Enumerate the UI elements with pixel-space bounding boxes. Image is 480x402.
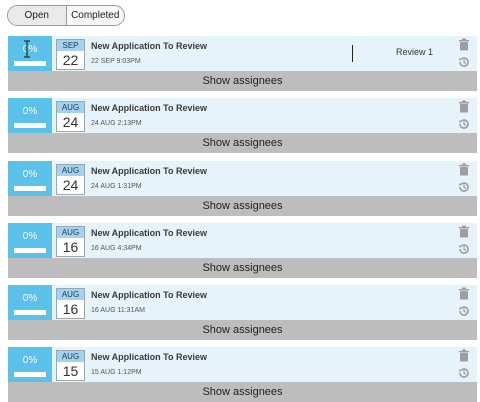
tab-completed[interactable]: Completed [65, 6, 125, 25]
progress-bar [14, 186, 46, 191]
history-icon[interactable] [458, 367, 470, 379]
task-title: New Application To Review [91, 41, 208, 51]
show-assignees-button[interactable]: Show assignees [8, 133, 477, 153]
task-timestamp: 24 AUG 2:13PM [91, 120, 142, 127]
trash-icon[interactable] [458, 163, 470, 176]
status-toggle: Open Completed [7, 5, 125, 26]
trash-icon[interactable] [458, 225, 470, 238]
progress-indicator: 0% [8, 98, 52, 133]
trash-icon[interactable] [458, 287, 470, 300]
trash-icon[interactable] [458, 100, 470, 113]
task-title: New Application To Review [91, 228, 208, 238]
text-cursor-icon [24, 40, 30, 58]
history-icon[interactable] [458, 56, 470, 68]
history-icon[interactable] [458, 305, 470, 317]
task-title: New Application To Review [91, 290, 208, 300]
trash-icon[interactable] [458, 38, 470, 51]
show-assignees-button[interactable]: Show assignees [8, 320, 477, 340]
date-month: SEP [57, 40, 84, 51]
date-day: 24 [62, 114, 79, 130]
trash-icon[interactable] [458, 349, 470, 362]
history-icon[interactable] [458, 181, 470, 193]
task-card-body[interactable]: 0% AUG 24 New Application To Review 24 A… [8, 98, 477, 133]
progress-text: 0% [22, 106, 38, 117]
date-day: 16 [62, 301, 79, 317]
date-badge: AUG 15 [56, 350, 85, 381]
task-timestamp: 16 AUG 4:34PM [91, 245, 142, 252]
progress-text: 0% [22, 355, 38, 366]
assignee-label: Review 1 [396, 47, 434, 57]
date-badge: AUG 16 [56, 288, 85, 319]
task-card: 0% AUG 24 New Application To Review 24 A… [8, 161, 477, 216]
progress-indicator: 0% [8, 161, 52, 196]
progress-bar [14, 372, 46, 377]
task-card: 0% SEP 22 New Application To Review 22 S… [8, 36, 477, 91]
task-card-body[interactable]: 0% AUG 16 New Application To Review 16 A… [8, 223, 477, 258]
task-title: New Application To Review [91, 103, 208, 113]
task-card-body[interactable]: 0% AUG 24 New Application To Review 24 A… [8, 161, 477, 196]
date-badge: AUG 24 [56, 164, 85, 195]
date-month: AUG [57, 351, 84, 362]
progress-bar [14, 310, 46, 315]
task-timestamp: 22 SEP 9:03PM [91, 58, 141, 65]
date-month: AUG [57, 165, 84, 176]
progress-indicator: 0% [8, 347, 52, 382]
date-month: AUG [57, 227, 84, 238]
date-badge: AUG 16 [56, 226, 85, 257]
date-month: AUG [57, 102, 84, 113]
progress-bar [14, 61, 46, 66]
task-card-body[interactable]: 0% AUG 15 New Application To Review 15 A… [8, 347, 477, 382]
task-timestamp: 16 AUG 11:31AM [91, 307, 145, 314]
task-card: 0% AUG 24 New Application To Review 24 A… [8, 98, 477, 153]
date-badge: SEP 22 [56, 39, 85, 70]
history-icon[interactable] [458, 118, 470, 130]
task-card-body[interactable]: 0% AUG 16 New Application To Review 16 A… [8, 285, 477, 320]
task-card: 0% AUG 15 New Application To Review 15 A… [8, 347, 477, 402]
task-timestamp: 24 AUG 1:31PM [91, 183, 142, 190]
task-title: New Application To Review [91, 352, 208, 362]
task-card-body[interactable]: 0% SEP 22 New Application To Review 22 S… [8, 36, 477, 71]
history-icon[interactable] [458, 243, 470, 255]
progress-bar [14, 248, 46, 253]
date-day: 15 [62, 363, 79, 379]
progress-text: 0% [22, 169, 38, 180]
text-caret [352, 45, 353, 62]
task-title: New Application To Review [91, 166, 208, 176]
date-day: 24 [62, 177, 79, 193]
date-day: 16 [62, 239, 79, 255]
show-assignees-button[interactable]: Show assignees [8, 258, 477, 278]
date-day: 22 [62, 52, 79, 68]
task-card: 0% AUG 16 New Application To Review 16 A… [8, 285, 477, 340]
progress-indicator: 0% [8, 223, 52, 258]
progress-text: 0% [22, 293, 38, 304]
date-badge: AUG 24 [56, 101, 85, 132]
show-assignees-button[interactable]: Show assignees [8, 382, 477, 402]
show-assignees-button[interactable]: Show assignees [8, 196, 477, 216]
progress-indicator: 0% [8, 285, 52, 320]
progress-bar [14, 123, 46, 128]
progress-text: 0% [22, 231, 38, 242]
task-timestamp: 15 AUG 1:12PM [91, 369, 142, 376]
show-assignees-button[interactable]: Show assignees [8, 71, 477, 91]
task-card: 0% AUG 16 New Application To Review 16 A… [8, 223, 477, 278]
date-month: AUG [57, 289, 84, 300]
tab-open[interactable]: Open [8, 6, 66, 25]
